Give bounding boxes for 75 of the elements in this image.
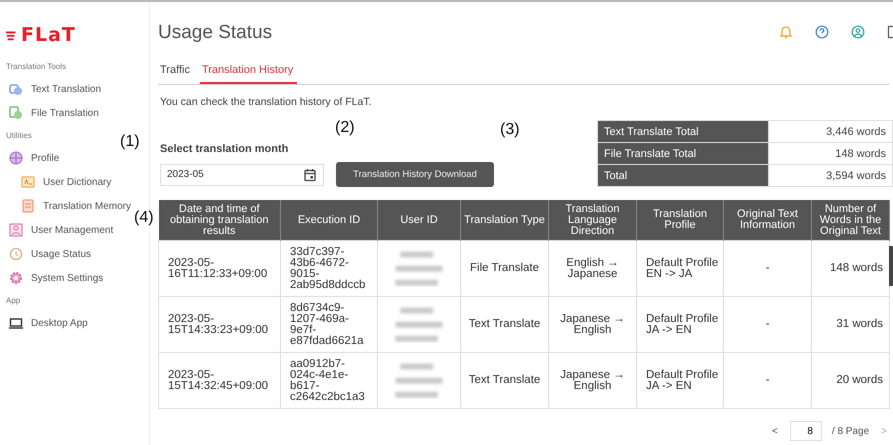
- table-cell: Default Profile EN -> JA: [636, 240, 724, 296]
- table-cell: 33d7c397-43b6-4672-9015-2ab95d8ddccb: [280, 240, 378, 296]
- table-cell: 2023-05-15T14:33:23+09:00: [158, 296, 280, 352]
- table-cell: File Translate: [460, 240, 548, 296]
- summary-label: Text Translate Total: [598, 120, 768, 142]
- tab[interactable]: Translation History: [200, 62, 298, 84]
- tab[interactable]: Traffic: [158, 62, 194, 84]
- summary-value: 148 words: [768, 142, 892, 164]
- notification-bell-icon[interactable]: [779, 25, 793, 39]
- sidebar-item[interactable]: Text Translation: [6, 77, 102, 101]
- section-heading: Translation Tools: [6, 62, 68, 71]
- column-header: Number of Words in the Original Text: [812, 200, 890, 240]
- logo-text: FLaT: [21, 24, 76, 46]
- user-card-icon: [9, 223, 23, 237]
- sidebar-item[interactable]: User Dictionary: [6, 170, 112, 194]
- summary-label: File Translate Total: [598, 142, 768, 164]
- column-header: Execution ID: [280, 200, 378, 240]
- section-heading: Utilities: [6, 131, 33, 140]
- calendar-icon: [303, 168, 317, 182]
- laptop-icon: [9, 316, 23, 330]
- page-total: / 8 Page: [832, 426, 870, 436]
- page-field[interactable]: 8: [790, 421, 822, 441]
- table-cell: English → Japanese: [548, 240, 636, 296]
- sidebar-item[interactable]: Usage Status: [6, 242, 92, 266]
- month-field[interactable]: 2023-05: [160, 164, 324, 186]
- sidebar-item[interactable]: System Settings: [6, 266, 104, 290]
- clock-icon: [9, 247, 23, 261]
- table-cell: 20 words: [812, 352, 890, 408]
- sidebar-item[interactable]: Desktop App: [6, 311, 88, 335]
- column-header: Translation Language Direction: [548, 200, 636, 240]
- table-cell: Japanese → English: [548, 352, 636, 408]
- text-translation-icon: [9, 82, 23, 96]
- column-header: Translation Profile: [636, 200, 724, 240]
- table-cell: Default Profile JA -> EN: [636, 296, 724, 352]
- table-cell: 31 words: [812, 296, 890, 352]
- file-translation-icon: [9, 106, 23, 120]
- table-cell: Text Translate: [460, 352, 548, 408]
- table-cell: 2023-05-16T11:12:33+09:00: [158, 240, 280, 296]
- table-cell: Japanese → English: [548, 296, 636, 352]
- table-cell: 8d6734c9-1207-469a-9e7f-e87fdad6621a: [280, 296, 378, 352]
- page-title: Usage Status: [158, 21, 274, 44]
- sidebar-item[interactable]: File Translation: [6, 101, 99, 125]
- globe-icon: [9, 151, 23, 165]
- callout-label: (3): [500, 121, 520, 139]
- column-header: Original Text Information: [724, 200, 812, 240]
- table-cell: -: [724, 240, 812, 296]
- callout-label: (1): [120, 133, 140, 151]
- sidebar-item[interactable]: Profile: [6, 146, 60, 170]
- summary-label: Total: [598, 164, 768, 186]
- summary-value: 3,594 words: [768, 164, 892, 186]
- account-icon[interactable]: [851, 25, 865, 39]
- section-heading: App: [6, 296, 22, 305]
- sidebar-item[interactable]: User Management: [6, 218, 114, 242]
- column-header: Date and time of obtaining translation results: [158, 200, 280, 240]
- sidebar-item[interactable]: Translation Memory: [6, 194, 131, 218]
- table-cell: -: [724, 296, 812, 352]
- settings-icon: [9, 271, 23, 285]
- dictionary-icon: [21, 175, 35, 189]
- field-label: Select translation month: [160, 143, 290, 155]
- column-header: User ID: [378, 200, 460, 240]
- memory-icon: [21, 199, 35, 213]
- table-cell: -: [724, 352, 812, 408]
- callout-label: (2): [335, 119, 355, 137]
- scrollbar[interactable]: [889, 246, 893, 286]
- column-header: Translation Type: [460, 200, 548, 240]
- table-cell: aa0912b7-024c-4e1e-b617-c2642c2bc1a3: [280, 352, 378, 408]
- help-icon[interactable]: [815, 25, 829, 39]
- table-cell: Text Translate: [460, 296, 548, 352]
- summary-value: 3,446 words: [768, 120, 892, 142]
- table-cell: Default Profile JA -> EN: [636, 352, 724, 408]
- description-text: You can check the translation history of FLaT.: [160, 96, 372, 108]
- download-button[interactable]: Translation History Download: [336, 162, 494, 187]
- callout-label: (4): [134, 209, 154, 227]
- previous-page-button[interactable]: <: [770, 426, 780, 436]
- table-cell: 2023-05-15T14:32:45+09:00: [158, 352, 280, 408]
